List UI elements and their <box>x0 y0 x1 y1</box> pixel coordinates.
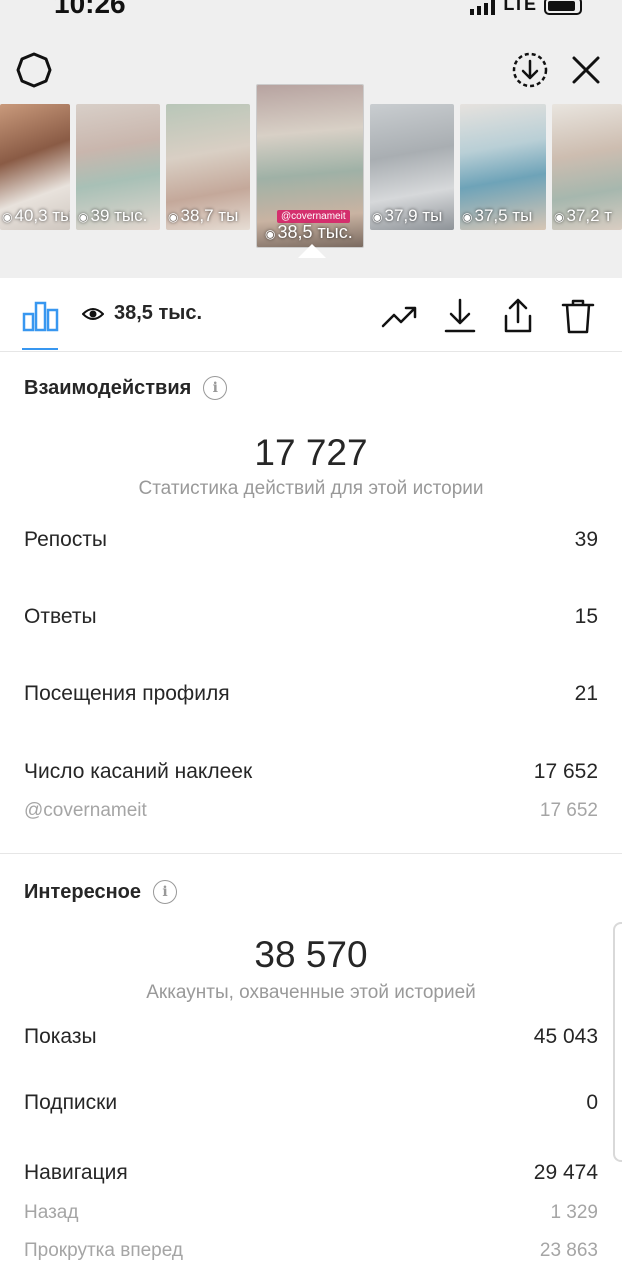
story-preview-area: ◉ 40,3 ты ◉ 39 тыс. ◉ 38,7 ты @covernameit … <box>0 20 622 278</box>
status-bar: 10:26 LTE <box>0 0 622 20</box>
eye-icon: ◉ <box>2 210 13 224</box>
stat-row-profile-visits: Посещения профиля 21 <box>24 682 598 705</box>
signal-icon <box>470 0 496 15</box>
stat-row-impressions: Показы 45 043 <box>24 1025 598 1048</box>
discovery-total: 38 570 <box>254 934 368 975</box>
eye-icon: ◉ <box>554 210 565 224</box>
insights-toolbar: 38,5 тыс. <box>0 278 622 352</box>
story-thumbnail-current[interactable]: @covernameit ◉ 38,5 тыс. <box>256 84 364 248</box>
eye-icon: ◉ <box>78 210 89 224</box>
stat-row-navigation: Навигация 29 474 <box>24 1161 598 1184</box>
share-icon[interactable] <box>498 296 538 336</box>
scrollbar[interactable] <box>613 922 622 1162</box>
eye-icon: ◉ <box>168 210 179 224</box>
status-time: 10:26 <box>54 0 126 19</box>
network-label: LTE <box>503 0 536 14</box>
interactions-subtitle: Статистика действий для этой истории <box>138 478 484 499</box>
stat-row-back: Назад 1 329 <box>24 1202 598 1223</box>
story-thumbnail[interactable]: ◉ 39 тыс. <box>76 104 160 230</box>
info-icon[interactable]: i <box>153 880 177 904</box>
download-icon[interactable] <box>440 296 480 336</box>
stat-row-sticker-account[interactable]: @covernameit 17 652 <box>24 800 598 822</box>
interactions-total: 17 727 <box>254 432 368 473</box>
story-thumbnail[interactable]: ◉ 37,5 ты <box>460 104 546 230</box>
section-divider <box>0 853 622 854</box>
trash-icon[interactable] <box>558 296 598 336</box>
story-thumbnail[interactable]: ◉ 40,3 ты <box>0 104 70 230</box>
stat-row-follows: Подписки 0 <box>24 1091 598 1114</box>
battery-icon <box>544 0 582 15</box>
info-icon[interactable]: i <box>203 376 228 400</box>
discovery-subtitle: Аккаунты, охваченные этой историей <box>146 982 476 1003</box>
selection-pointer <box>298 244 326 258</box>
story-thumbnails: ◉ 40,3 ты ◉ 39 тыс. ◉ 38,7 ты @covernameit … <box>0 84 622 254</box>
story-thumbnail[interactable]: ◉ 37,2 т <box>552 104 622 230</box>
stat-row-forward: Прокрутка вперед 23 863 <box>24 1240 598 1261</box>
active-tab-indicator <box>22 348 58 350</box>
eye-icon: ◉ <box>265 227 276 241</box>
interactions-title: Взаимодействия i <box>24 376 228 400</box>
eye-icon <box>82 307 104 320</box>
discovery-title: Интересное i <box>24 880 177 904</box>
stat-row-replies: Ответы 15 <box>24 605 598 628</box>
bar-chart-icon[interactable] <box>22 300 60 332</box>
eye-icon: ◉ <box>462 210 473 224</box>
story-thumbnail[interactable]: ◉ 38,7 ты <box>166 104 250 230</box>
eye-icon: ◉ <box>372 210 383 224</box>
views-count: 38,5 тыс. <box>82 302 202 325</box>
stat-row-sticker-taps: Число касаний наклеек 17 652 <box>24 760 598 783</box>
trending-icon[interactable] <box>380 296 420 336</box>
stat-row-reposts: Репосты 39 <box>24 528 598 551</box>
story-thumbnail[interactable]: ◉ 37,9 ты <box>370 104 454 230</box>
